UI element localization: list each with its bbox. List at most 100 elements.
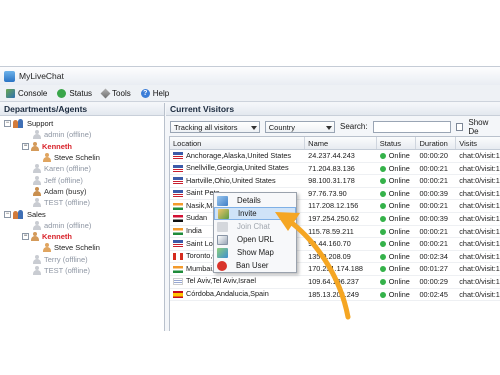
location-text: India xyxy=(186,226,202,236)
cell-status: Online xyxy=(377,238,417,250)
cell-visits: chat:0/visit:1 xyxy=(459,201,500,211)
cell-status: Online xyxy=(377,263,417,275)
status-label: Status xyxy=(69,88,93,98)
location-text: Anchorage,Alaska,United States xyxy=(186,150,292,160)
collapse-icon[interactable]: − xyxy=(4,210,11,218)
open-url-icon xyxy=(217,234,228,245)
show-details-checkbox[interactable] xyxy=(455,122,464,131)
location-text: Tel Aviv,Tel Aviv,Israel xyxy=(186,276,257,286)
cell-status: Online xyxy=(377,188,417,200)
visitor-icon xyxy=(43,153,51,163)
tree-agent[interactable]: admin (offline) xyxy=(0,129,164,140)
map-icon xyxy=(217,247,228,258)
status-text: Online xyxy=(388,213,410,223)
tree-agent-active[interactable]: − Kenneth xyxy=(0,141,164,152)
status-button[interactable]: Status xyxy=(57,88,93,98)
window-title: MyLiveChat xyxy=(19,71,64,81)
cell-status: Online xyxy=(377,150,417,162)
cell-visits: chat:0/visit:1 xyxy=(459,264,500,274)
cell-name: 97.76.73.90 xyxy=(308,188,347,198)
column-location[interactable]: Location xyxy=(170,137,306,149)
status-text: Online xyxy=(388,151,410,160)
agent-icon xyxy=(33,186,41,196)
country-select[interactable]: Country xyxy=(264,120,335,133)
tracking-select[interactable]: Tracking all visitors xyxy=(170,120,260,133)
column-visits[interactable]: Visits xyxy=(456,137,500,149)
table-row[interactable]: Hartville,Ohio,United States 98.100.31.17… xyxy=(170,175,500,188)
agent-icon xyxy=(31,232,39,242)
console-label: Console xyxy=(18,88,48,98)
tree-agent[interactable]: TEST (offline) xyxy=(0,197,164,208)
tools-button[interactable]: Tools xyxy=(100,88,131,98)
departments-pane: Departments/Agents − Support admin (offl… xyxy=(0,103,165,331)
cell-visits: chat:0/visit:1 xyxy=(459,251,500,261)
search-label: Search: xyxy=(339,122,368,131)
tree-label: Kenneth xyxy=(42,141,72,151)
status-text: Online xyxy=(388,226,410,236)
tree-agent[interactable]: Adam (busy) xyxy=(0,186,164,197)
tree-group-sales[interactable]: − Sales xyxy=(0,208,164,219)
online-dot-icon xyxy=(379,216,386,223)
cell-status: Online xyxy=(377,200,417,212)
status-text: Online xyxy=(388,289,410,299)
collapse-icon[interactable]: − xyxy=(4,120,11,128)
tree-label: admin (offline) xyxy=(44,220,92,230)
column-name[interactable]: Name xyxy=(305,137,377,149)
column-duration[interactable]: Duration xyxy=(416,137,457,149)
cell-status: Online xyxy=(377,289,417,301)
tree-agent[interactable]: Karen (offline) xyxy=(0,163,164,174)
table-row[interactable]: Snellville,Georgia,United States 71.204.8… xyxy=(170,163,500,176)
ban-icon xyxy=(217,260,227,271)
search-input[interactable] xyxy=(372,120,451,133)
flag-icon xyxy=(173,164,183,172)
console-button[interactable]: Console xyxy=(6,88,48,98)
collapse-icon[interactable]: − xyxy=(22,233,29,241)
flag-icon xyxy=(173,190,183,198)
status-text: Online xyxy=(388,163,410,173)
cell-duration: 00:00:21 xyxy=(419,226,448,236)
help-icon: ? xyxy=(140,88,150,98)
online-dot-icon xyxy=(379,253,386,260)
tree-label: Steve Schelin xyxy=(54,153,100,163)
cell-visits: chat:0/visit:1 xyxy=(459,151,500,160)
flag-icon xyxy=(173,227,183,235)
cell-visits: chat:0/visit:1 xyxy=(459,226,500,236)
column-status[interactable]: Status xyxy=(377,137,417,149)
flag-icon xyxy=(173,290,183,298)
tree-label: Sales xyxy=(27,209,46,219)
online-dot-icon xyxy=(379,241,386,248)
chevron-down-icon xyxy=(325,125,332,130)
cell-status: Online xyxy=(377,163,417,175)
tools-label: Tools xyxy=(112,88,131,98)
tree-label: Jeff (offline) xyxy=(44,175,83,185)
cell-visits: chat:0/visit:1 xyxy=(459,213,500,223)
tree-agent[interactable]: Jeff (offline) xyxy=(0,174,164,185)
collapse-icon[interactable]: − xyxy=(22,142,29,150)
cell-visits: chat:0/visit:1 xyxy=(459,276,500,286)
cell-duration: 00:02:34 xyxy=(419,251,448,261)
cell-duration: 00:00:21 xyxy=(419,163,448,173)
cell-duration: 00:00:29 xyxy=(419,276,448,286)
tree-agent[interactable]: TEST (offline) xyxy=(0,265,164,276)
cell-duration: 00:00:39 xyxy=(419,188,448,198)
tree-visitor[interactable]: Steve Schelin xyxy=(0,152,164,163)
flag-icon xyxy=(173,202,183,210)
tree-visitor[interactable]: Steve Schelin xyxy=(0,242,164,253)
agent-icon xyxy=(33,198,41,208)
tree-agent[interactable]: admin (offline) xyxy=(0,220,164,231)
tree-group-support[interactable]: − Support xyxy=(0,118,164,129)
location-text: Snellville,Georgia,United States xyxy=(186,163,289,173)
agent-icon xyxy=(33,164,41,174)
help-button[interactable]: ? Help xyxy=(140,88,170,98)
cell-visits: chat:0/visit:1 xyxy=(459,176,500,186)
tree-agent-active[interactable]: − Kenneth xyxy=(0,231,164,242)
help-label: Help xyxy=(152,88,170,98)
menu-label: Invite xyxy=(238,209,257,218)
table-row[interactable]: Anchorage,Alaska,United States 24.237.44.… xyxy=(170,150,500,163)
tree-label: Adam (busy) xyxy=(44,186,87,196)
cell-status: Online xyxy=(377,251,417,263)
cell-duration: 00:01:27 xyxy=(419,264,448,274)
flag-icon xyxy=(173,240,183,248)
tree-agent[interactable]: Terry (offline) xyxy=(0,254,164,265)
status-text: Online xyxy=(388,276,410,286)
